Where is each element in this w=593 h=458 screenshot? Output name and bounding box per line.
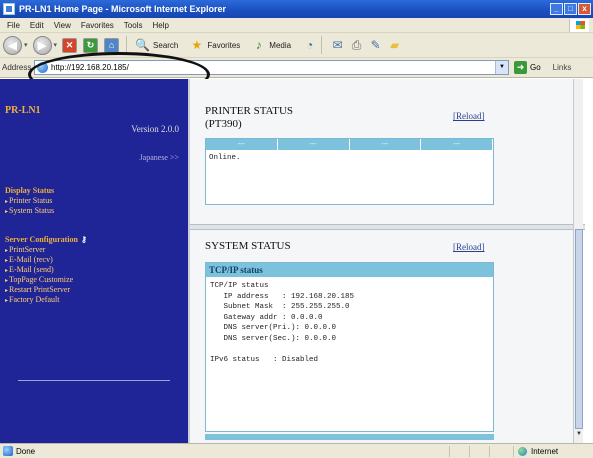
minimize-button[interactable]: _: [550, 3, 563, 15]
media-button[interactable]: Media: [269, 41, 291, 50]
status-column: ---: [206, 139, 278, 150]
status-column: ---: [421, 139, 493, 150]
toolbar-separator: [321, 36, 323, 54]
title-bar: PR-LN1 Home Page - Microsoft Internet Ex…: [0, 0, 593, 18]
address-field[interactable]: ▼: [34, 60, 509, 75]
windows-logo-icon: [569, 19, 589, 32]
menu-tools[interactable]: Tools: [124, 21, 143, 30]
standard-toolbar: ◀ ▾ ▶ ▾ ✕ ↻ ⌂ 🔍 Search ★ Favorites ♪ Med…: [0, 33, 593, 58]
system-status-title: SYSTEM STATUS: [205, 240, 291, 252]
media-icon[interactable]: ♪: [251, 38, 266, 53]
vertical-scrollbar[interactable]: ▲ ▼: [573, 79, 583, 443]
display-status-heading: Display Status: [5, 186, 55, 195]
status-frames: PRINTER STATUS (PT390) [Reload] --- --- …: [188, 79, 585, 443]
status-cell: [469, 445, 489, 457]
maximize-button[interactable]: □: [564, 3, 577, 15]
status-text: Done: [16, 446, 36, 456]
printer-status-box: --- --- --- --- Online.: [205, 138, 494, 205]
frame-separator[interactable]: [190, 224, 585, 230]
japanese-link[interactable]: Japanese >>: [140, 153, 179, 162]
nav-sidebar: PR-LN1 Version 2.0.0 Japanese >> Display…: [0, 79, 188, 443]
sidebar-item-email-recv[interactable]: E-Mail (recv): [5, 255, 53, 264]
menu-help[interactable]: Help: [152, 21, 168, 30]
browser-viewport: PR-LN1 Version 2.0.0 Japanese >> Display…: [0, 79, 593, 443]
printer-model: (PT390): [205, 118, 242, 130]
printer-status-title: PRINTER STATUS: [205, 105, 294, 117]
sidebar-divider: [18, 380, 170, 381]
address-bar: Address ▼ ➜ Go Links: [0, 58, 593, 78]
system-reload-link[interactable]: [Reload]: [453, 242, 485, 252]
security-zone: Internet: [513, 445, 593, 457]
status-cell: [489, 445, 509, 457]
forward-button[interactable]: ▶: [32, 35, 52, 55]
mail-icon[interactable]: ✉: [330, 38, 345, 53]
printer-reload-link[interactable]: [Reload]: [453, 111, 485, 121]
sidebar-item-system-status[interactable]: System Status: [5, 206, 54, 215]
sidebar-item-printer-status[interactable]: Printer Status: [5, 196, 52, 205]
system-status-footer: [205, 434, 494, 440]
status-column: ---: [278, 139, 350, 150]
scroll-thumb[interactable]: [575, 229, 583, 429]
refresh-button[interactable]: ↻: [83, 37, 99, 53]
search-button[interactable]: Search: [153, 41, 178, 50]
sidebar-item-toppage-customize[interactable]: TopPage Customize: [5, 275, 73, 284]
favorites-button[interactable]: Favorites: [207, 41, 240, 50]
page-icon: [37, 62, 48, 73]
address-dropdown-icon[interactable]: ▼: [495, 61, 508, 74]
search-icon[interactable]: 🔍: [135, 38, 150, 53]
status-cells: [449, 445, 509, 457]
ie-app-icon: [3, 3, 15, 15]
go-arrow-icon: ➜: [514, 61, 527, 74]
version-label: Version 2.0.0: [131, 124, 179, 134]
tcpip-status-text: TCP/IP status IP address : 192.168.20.18…: [210, 282, 355, 364]
links-button[interactable]: Links: [553, 63, 572, 72]
go-button[interactable]: ➜ Go: [514, 61, 541, 74]
edit-icon[interactable]: ✎: [368, 38, 383, 53]
sidebar-item-email-send[interactable]: E-Mail (send): [5, 265, 54, 274]
folder-icon[interactable]: ▰: [387, 38, 402, 53]
scroll-down-icon[interactable]: ▼: [574, 429, 584, 439]
internet-globe-icon: [518, 446, 527, 456]
print-icon[interactable]: ⎙: [349, 38, 364, 53]
forward-dropdown-icon[interactable]: ▾: [54, 41, 58, 49]
menu-favorites[interactable]: Favorites: [81, 21, 114, 30]
menu-bar: File Edit View Favorites Tools Help: [0, 18, 593, 33]
stop-button[interactable]: ✕: [62, 37, 78, 53]
history-icon[interactable]: ◔: [302, 38, 317, 53]
tcpip-section-header: TCP/IP status: [206, 263, 493, 277]
sidebar-item-printserver[interactable]: PrintServer: [5, 245, 45, 254]
server-configuration-label: Server Configuration: [5, 235, 78, 244]
page-done-icon: [3, 446, 13, 456]
status-column: ---: [350, 139, 422, 150]
menu-view[interactable]: View: [54, 21, 71, 30]
back-dropdown-icon[interactable]: ▾: [24, 41, 28, 49]
menu-file[interactable]: File: [7, 21, 20, 30]
window-title: PR-LN1 Home Page - Microsoft Internet Ex…: [19, 4, 227, 14]
address-label: Address: [2, 63, 32, 72]
sidebar-item-restart-printserver[interactable]: Restart PrintServer: [5, 285, 70, 294]
favorites-star-icon[interactable]: ★: [189, 38, 204, 53]
close-button[interactable]: x: [578, 3, 591, 15]
url-input[interactable]: [51, 63, 491, 72]
zone-label: Internet: [531, 446, 559, 456]
printer-status-header: --- --- --- ---: [206, 139, 493, 150]
printer-status-message: Online.: [209, 154, 241, 162]
product-logo: PR-LN1: [5, 105, 41, 116]
status-cell: [449, 445, 469, 457]
key-icon: ⚷: [80, 235, 87, 244]
back-button[interactable]: ◀: [3, 35, 22, 55]
window-controls: _ □ x: [550, 3, 591, 15]
toolbar-separator: [126, 36, 128, 54]
menu-edit[interactable]: Edit: [30, 21, 44, 30]
browser-status-bar: Done Internet: [0, 443, 593, 458]
go-label: Go: [530, 63, 541, 72]
sidebar-item-factory-default[interactable]: Factory Default: [5, 295, 59, 304]
home-button[interactable]: ⌂: [104, 37, 120, 53]
server-configuration-heading: Server Configuration ⚷: [5, 235, 87, 244]
system-status-box: TCP/IP status TCP/IP status IP address :…: [205, 262, 494, 432]
